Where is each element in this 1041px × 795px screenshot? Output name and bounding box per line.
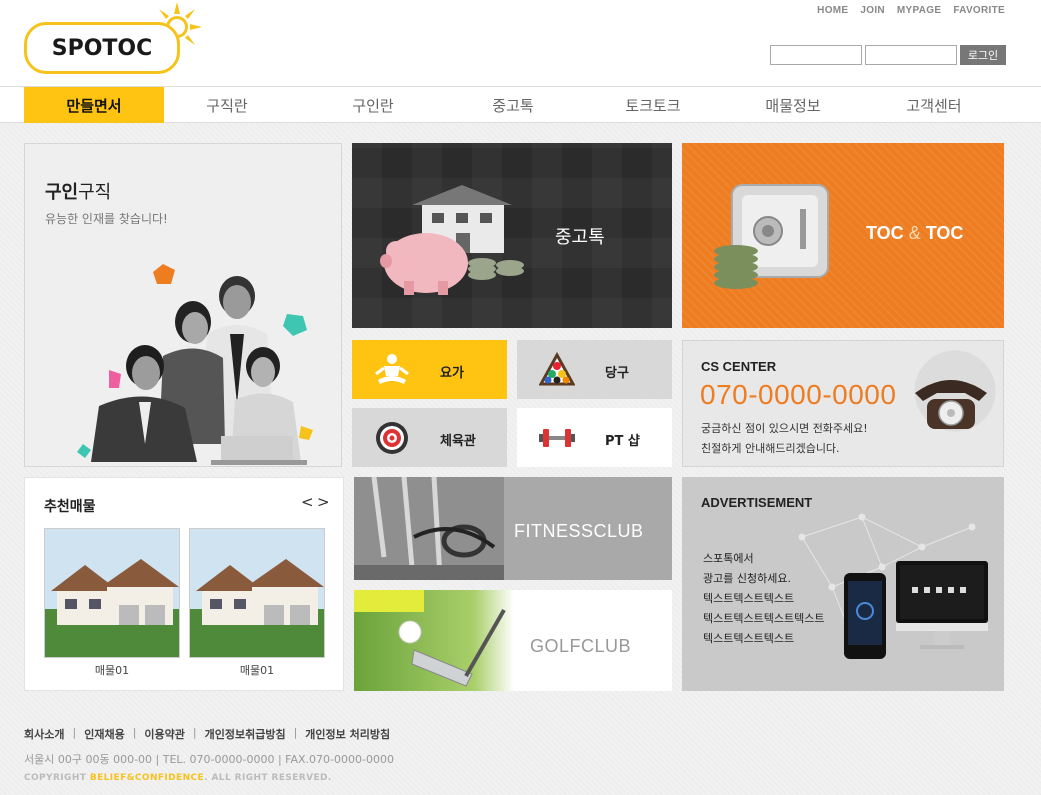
nav-item-talk[interactable]: 토크토크 (586, 87, 720, 123)
footer-address: 서울시 00구 00동 000-00 | TEL. 070-0000-0000 … (24, 753, 394, 766)
advertisement-tile[interactable]: ADVERTISEMENT 스포톡에서 광고를 신청하세요. 텍스트텍스트텍스트… (682, 477, 1004, 691)
fitness-club-tile[interactable]: FITNESSCLUB (354, 477, 672, 580)
login-button[interactable]: 로그인 (960, 45, 1006, 65)
footer-link-privacy-policy[interactable]: 개인정보 처리방침 (305, 726, 390, 742)
cs-desc-line2: 친절하게 안내해드리겠습니다. (701, 442, 840, 455)
main-nav: 만들면서 구직란 구인란 중고톡 토크토크 매물정보 고객센터 (0, 86, 1041, 123)
dumbbell-icon (539, 429, 575, 447)
logo[interactable]: SPOTOC (22, 2, 202, 78)
golf-club-tile[interactable]: GOLFCLUB (354, 590, 672, 691)
property-card[interactable] (44, 528, 180, 658)
yoga-tile[interactable]: 요가 (352, 340, 507, 399)
next-arrow-icon[interactable]: > (317, 493, 330, 511)
yoga-label: 요가 (440, 366, 464, 381)
devices-image (844, 561, 988, 659)
business-people-image (77, 264, 313, 465)
house-piggybank-image (380, 185, 524, 295)
nav-item-used[interactable]: 중고톡 (446, 87, 580, 123)
recommended-heading: 추천매물 (44, 499, 96, 515)
ad-line: 텍스트텍스트텍스트텍스트 (703, 612, 825, 625)
property-caption: 매물01 (94, 664, 130, 677)
gym-equipment-image (354, 477, 504, 580)
login-form: 로그인 (770, 45, 1006, 65)
gym-label: 체육관 (440, 434, 476, 449)
cs-heading: CS CENTER (701, 359, 777, 374)
separator: | (72, 726, 77, 739)
ad-line: 텍스트텍스트텍스트 (703, 592, 795, 605)
recommended-properties: 추천매물 < > 매물01 매물01 (24, 477, 344, 691)
house-image (45, 529, 179, 657)
top-link-favorite[interactable]: FAVORITE (953, 5, 1005, 16)
nav-item-make[interactable]: 만들면서 (24, 87, 164, 123)
property-card[interactable] (189, 528, 325, 658)
house-image (190, 529, 324, 657)
top-link-mypage[interactable]: MYPAGE (897, 5, 941, 16)
footer: 회사소개 | 인재채용 | 이용약관 | 개인정보취급방침 | 개인정보 처리방침 서울… (24, 726, 1014, 783)
cs-center-tile[interactable]: CS CENTER 070-0000-0000 궁금하신 점이 있으시면 전화주… (682, 340, 1004, 467)
golf-image (354, 590, 514, 691)
fitness-club-label: FITNESSCLUB (514, 521, 644, 541)
ad-line: 텍스트텍스트텍스트 (703, 632, 795, 645)
cs-desc-line1: 궁금하신 점이 있으시면 전화주세요! (701, 422, 868, 435)
used-goods-tile[interactable]: 중고톡 (352, 143, 672, 328)
footer-link-privacy-handling[interactable]: 개인정보취급방침 (205, 726, 286, 742)
used-goods-label: 중고톡 (555, 227, 605, 248)
gym-tile[interactable]: 체육관 (352, 408, 507, 467)
separator: | (192, 726, 197, 739)
billiard-label: 당구 (605, 366, 629, 381)
id-input[interactable] (770, 45, 862, 65)
telephone-icon (915, 380, 987, 429)
toc-label: TOC & TOC (866, 223, 964, 243)
footer-links: 회사소개 | 인재채용 | 이용약관 | 개인정보취급방침 | 개인정보 처리방침 (24, 726, 1014, 742)
nav-item-support[interactable]: 고객센터 (866, 87, 1002, 123)
top-link-join[interactable]: JOIN (860, 5, 885, 16)
job-tile[interactable]: 구인구직 유능한 인재를 찾습니다! (24, 143, 342, 467)
prev-arrow-icon[interactable]: < (301, 493, 314, 511)
logo-text: SPOTOC (24, 22, 180, 74)
footer-link-terms[interactable]: 이용약관 (144, 726, 184, 742)
pt-shop-tile[interactable]: PT 샵 (517, 408, 672, 467)
ad-line: 스포톡에서 (703, 552, 754, 565)
top-link-home[interactable]: HOME (817, 5, 848, 16)
separator: | (132, 726, 137, 739)
header: SPOTOC HOME JOIN MYPAGE FAVORITE 로그인 (0, 0, 1041, 86)
golf-club-label: GOLFCLUB (530, 636, 632, 656)
cs-phone: 070-0000-0000 (700, 379, 897, 410)
property-caption: 매물01 (239, 664, 275, 677)
billiard-icon (539, 352, 575, 386)
footer-link-careers[interactable]: 인재채용 (84, 726, 124, 742)
billiard-tile[interactable]: 당구 (517, 340, 672, 399)
top-links: HOME JOIN MYPAGE FAVORITE (817, 5, 1005, 16)
nav-item-job-seek[interactable]: 구직란 (164, 87, 290, 123)
separator: | (293, 726, 298, 739)
toc-tile[interactable]: TOC & TOC (682, 143, 1004, 328)
ad-line: 광고를 신청하세요. (703, 572, 791, 585)
footer-link-company[interactable]: 회사소개 (24, 726, 64, 742)
safe-image (714, 184, 829, 289)
nav-item-property[interactable]: 매물정보 (726, 87, 860, 123)
nav-item-job-offer[interactable]: 구인란 (306, 87, 440, 123)
pt-shop-label: PT 샵 (605, 434, 640, 449)
footer-copyright: COPYRIGHT BELIEF&CONFIDENCE. ALL RIGHT R… (24, 773, 332, 783)
password-input[interactable] (865, 45, 957, 65)
ad-text: 스포톡에서 광고를 신청하세요. 텍스트텍스트텍스트 텍스트텍스트텍스트텍스트 … (703, 549, 824, 649)
yoga-icon (375, 354, 409, 384)
target-icon (376, 422, 408, 454)
